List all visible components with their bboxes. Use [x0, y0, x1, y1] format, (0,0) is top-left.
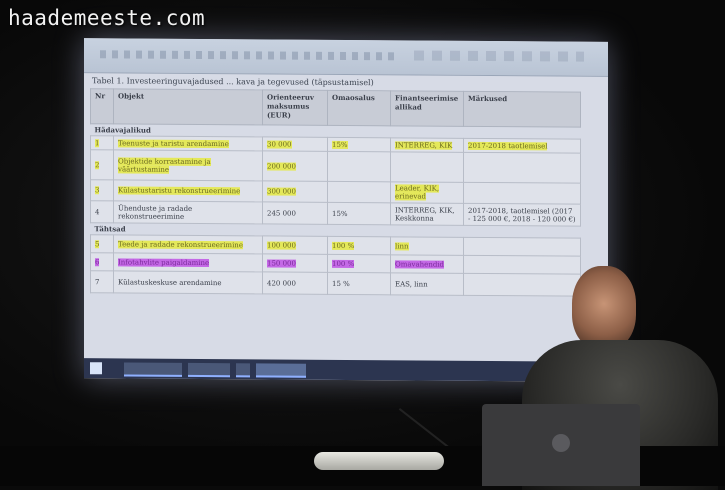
cell-allikad: EAS, linn [390, 272, 464, 296]
cell-markused [463, 182, 581, 205]
cell-markused: 2017-2018, taotlemisel (2017 - 125 000 €… [463, 203, 581, 227]
cell-nr: 5 [90, 234, 114, 253]
column-header-allikad: Finantseerimise allikad [390, 90, 464, 127]
cell-text-maksumus: 245 000 [267, 208, 296, 218]
cell-text-nr: 7 [95, 277, 100, 286]
cell-text-nr: 6 [95, 257, 100, 266]
cell-markused [463, 237, 581, 257]
cell-text-nr: 5 [95, 239, 100, 248]
cell-text-objekt: Objektide korrastamine ja väärtustamine [118, 156, 211, 174]
cell-maksumus: 245 000 [262, 201, 328, 225]
formatting-toolbar-icons [100, 50, 400, 61]
cell-objekt: Külastustaristu rekonstrueerimine [113, 179, 263, 202]
presenter-head [572, 266, 636, 350]
cell-maksumus: 100 000 [262, 235, 328, 255]
cell-nr: 1 [90, 135, 114, 150]
cell-text-maksumus: 420 000 [267, 278, 296, 288]
cell-nr: 7 [90, 270, 114, 293]
cell-text-allikad: linn [395, 241, 409, 250]
cell-text-objekt: Infotahvlite paigaldamine [118, 257, 210, 267]
cell-text-maksumus: 100 000 [267, 240, 296, 250]
cell-text-maksumus: 150 000 [267, 258, 296, 268]
cell-nr: 3 [90, 179, 114, 201]
cell-omaosalus: 15 % [327, 272, 391, 295]
cell-markused [463, 152, 581, 184]
cell-text-allikad: Leader, KIK, erinevad [395, 184, 440, 201]
cell-allikad: Leader, KIK, erinevad [390, 181, 464, 204]
watermark-text: haademeeste.com [8, 6, 206, 30]
cell-nr: 6 [90, 252, 114, 271]
cell-text-omaosalus: 15% [332, 140, 348, 149]
taskbar-button-3[interactable] [236, 363, 250, 378]
start-button-icon[interactable] [90, 362, 102, 375]
cell-maksumus: 420 000 [262, 271, 328, 295]
cell-maksumus: 150 000 [262, 253, 328, 273]
cell-text-allikad: EAS, linn [395, 279, 428, 289]
cell-text-nr: 1 [95, 138, 100, 147]
cell-omaosalus [327, 151, 391, 182]
cell-nr: 2 [90, 149, 114, 180]
column-header-objekt: Objekt [113, 88, 263, 125]
cell-allikad [390, 151, 464, 183]
cell-text-objekt: Külastuskeskuse arendamine [118, 277, 222, 287]
investment-table: Nr Objekt Orienteeruv maksumus (EUR) Oma… [90, 88, 581, 297]
cell-text-nr: 3 [95, 186, 100, 195]
cell-objekt: Infotahvlite paigaldamine [113, 252, 263, 272]
cell-objekt: Objektide korrastamine ja väärtustamine [113, 149, 263, 181]
column-header-markused: Märkused [463, 91, 581, 128]
cell-text-nr: 4 [95, 207, 100, 216]
cell-maksumus: 300 000 [262, 180, 328, 203]
cell-text-maksumus: 200 000 [267, 161, 296, 171]
cell-omaosalus: 100 % [327, 236, 391, 255]
column-header-omaosalus: Omaosalus [327, 90, 391, 126]
table-row: 7 Külastuskeskuse arendamine 420 000 15 % EA… [90, 270, 581, 297]
cell-text-maksumus: 300 000 [267, 187, 296, 196]
cell-nr: 4 [90, 200, 114, 223]
cell-allikad: linn [390, 236, 464, 256]
laptop [482, 404, 640, 486]
cell-text-objekt: Ühenduste ja radade rekonstrueerimine [118, 203, 193, 221]
cell-omaosalus [327, 181, 391, 203]
cell-maksumus: 30 000 [262, 136, 328, 152]
cell-omaosalus: 15% [327, 137, 391, 152]
laptop-logo-icon [552, 434, 570, 452]
cell-text-maksumus: 30 000 [267, 139, 292, 149]
cell-allikad: INTERREG, KIK, Keskkonna [390, 202, 464, 226]
cell-text-omaosalus: 100 % [332, 241, 355, 250]
cell-allikad: Omavahendid [390, 254, 464, 274]
cell-omaosalus: 100 % [327, 254, 391, 273]
cell-text-markused: 2017-2018, taotlemisel (2017 - 125 000 €… [468, 206, 576, 224]
cell-text-objekt: Teenuste ja taristu arendamine [118, 138, 229, 148]
cell-objekt: Ühenduste ja radade rekonstrueerimine [113, 200, 263, 224]
cell-allikad: INTERREG, KIK [390, 137, 464, 153]
column-header-nr: Nr [90, 88, 114, 124]
column-header-maksumus: Orienteeruv maksumus (EUR) [262, 89, 328, 126]
cell-text-allikad: INTERREG, KIK, Keskkonna [395, 205, 455, 223]
cell-omaosalus: 15% [327, 202, 391, 225]
word-ribbon-toolbar [84, 38, 608, 77]
cell-text-objekt: Külastustaristu rekonstrueerimine [118, 186, 241, 196]
table-row: 2 Objektide korrastamine ja väärtustamine… [90, 149, 581, 184]
cell-objekt: Teenuste ja taristu arendamine [113, 135, 263, 151]
taskbar-button-4[interactable] [256, 363, 306, 378]
cell-text-omaosalus: 15% [332, 209, 348, 218]
cell-text-allikad: Omavahendid [395, 259, 445, 269]
cell-objekt: Teede ja radade rekonstrueerimine [113, 234, 263, 254]
cell-text-objekt: Teede ja radade rekonstrueerimine [118, 239, 243, 249]
cell-text-nr: 2 [95, 160, 100, 169]
desk-lamp [314, 452, 444, 470]
styles-toolbar-icons [414, 50, 584, 62]
taskbar-button-2[interactable] [188, 362, 230, 378]
cell-objekt: Külastuskeskuse arendamine [113, 270, 263, 294]
cell-maksumus: 200 000 [262, 150, 328, 182]
cell-text-allikad: INTERREG, KIK [395, 140, 453, 150]
table-body: Hädavajalikud 1 Teenuste ja taristu arenda… [90, 123, 581, 297]
cell-text-markused: 2017-2018 taotlemisel [468, 141, 548, 150]
cell-text-omaosalus: 15 % [332, 279, 350, 288]
taskbar-button-1[interactable] [124, 362, 182, 377]
cell-markused: 2017-2018 taotlemisel [463, 138, 581, 154]
cell-text-omaosalus: 100 % [332, 259, 355, 268]
